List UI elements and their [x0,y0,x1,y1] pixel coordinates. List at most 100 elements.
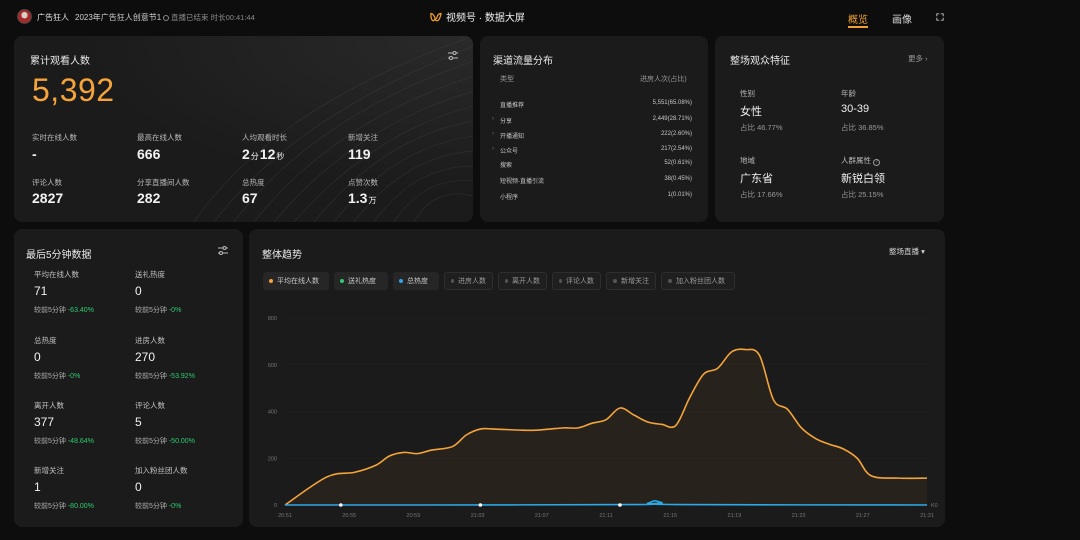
metric-value: 0 [34,350,41,364]
expand-icon[interactable]: › [492,146,494,152]
metric-change: 较前5分钟 -0% [135,305,181,315]
feature-value: 女性 [740,106,762,118]
compare-prefix: 较前5分钟 [34,438,68,445]
live-status-icon [163,14,169,21]
chart-marker [618,503,622,507]
metric-value: 666 [137,146,161,162]
expand-icon[interactable]: › [492,116,494,122]
feature-ratio: 占比 36.85% [841,123,884,132]
metric-value: 282 [137,190,161,206]
x-tick-label: 21:07 [535,513,549,519]
legend-chip[interactable]: 离开人数 [498,272,547,290]
table-row[interactable]: › 分享 2,449(28.71%) [492,116,692,128]
feature-label: 地域 [740,156,755,165]
trend-title: 整体趋势 [262,250,302,261]
change-percent: -0% [168,307,182,314]
metric-label: 送礼热度 [135,270,165,279]
legend-label: 送礼热度 [348,278,376,285]
legend-chip[interactable]: 平均在线人数 [263,272,329,290]
table-row: 短视频-直播引流 38(0.45%) [500,176,692,188]
row-value: 1(0.01%) [667,192,692,198]
metric-label: 评论人数 [135,401,165,410]
fullscreen-icon[interactable] [936,13,944,21]
legend-dot-icon [451,279,454,283]
metric-label: 点赞次数 [348,178,378,187]
metric-change: 较前5分钟 -0% [135,501,181,511]
more-link[interactable]: 更多 › [908,53,928,64]
settings-sliders-icon[interactable] [448,51,458,60]
expand-icon[interactable]: › [492,131,494,137]
legend-label: 总热度 [407,278,428,285]
metric-label: 人均观看时长 [242,133,287,142]
column-header-visits: 进房人次(占比) [640,76,687,83]
table-row[interactable]: › 公众号 217(2.54%) [492,146,692,158]
seconds-value: 12 [259,146,276,162]
legend-dot-icon [399,279,403,283]
live-status: 直播已结束 时长00:41:44 [163,12,255,23]
metric-value: 377 [34,415,55,429]
row-value: 38(0.45%) [664,176,692,182]
feature-label: 人群属性 ? [841,155,881,166]
legend-dot-icon [559,279,562,283]
row-value: 217(2.54%) [660,146,692,152]
compare-prefix: 较前5分钟 [34,503,68,510]
trend-chart: 0 200 400 600 800 K0 20:51 20:55 20:59 21:03 21:07… [268,316,938,519]
x-tick-label: 21:31 [920,513,934,519]
x-tick-label: 21:03 [471,513,485,519]
legend-chip[interactable]: 总热度 [393,272,439,290]
chart-marker [478,503,483,507]
minutes-value: 2 [242,146,250,162]
metric-label: 加入粉丝团人数 [135,466,188,475]
metric-change: 较前5分钟 -63.40% [34,305,94,315]
compare-prefix: 较前5分钟 [34,307,68,314]
metric-label: 新增关注 [348,133,378,142]
tab-overview[interactable]: 概览 [848,11,868,26]
seconds-unit: 秒 [276,152,285,161]
metric-value: 0 [135,480,142,494]
metric-label: 实时在线人数 [32,133,77,142]
metric-label: 总热度 [242,178,265,187]
legend-label: 平均在线人数 [277,278,319,285]
metric-label: 新增关注 [34,466,64,475]
settings-sliders-icon[interactable] [218,246,228,255]
legend-chip[interactable]: 进房人数 [444,272,493,290]
legend-dot-icon [340,279,344,283]
row-value: 2,449(28.71%) [652,116,692,122]
change-percent: -80.00% [67,503,94,510]
account-avatar[interactable] [17,9,32,24]
y-tick-label: 0 [274,503,277,509]
info-icon[interactable]: ? [873,159,881,166]
legend-dot-icon [613,279,617,283]
minutes-unit: 分 [250,152,259,161]
row-name: 搜索 [500,163,513,169]
feature-ratio: 占比 46.77% [740,123,783,132]
legend-chip[interactable]: 送礼热度 [334,272,388,290]
overview-title: 累计观看人数 [30,56,90,67]
tab-active-indicator [848,26,868,28]
change-percent: -0% [67,373,81,380]
metric-label: 平均在线人数 [34,270,79,279]
legend-chip[interactable]: 评论人数 [552,272,601,290]
metric-value: 5 [135,415,142,429]
series-area [285,349,927,505]
metric-value: 71 [34,284,48,298]
legend-label: 离开人数 [512,278,540,285]
table-row: 小程序 1(0.01%) [500,192,692,204]
feature-value: 广东省 [740,173,773,185]
compare-prefix: 较前5分钟 [135,307,169,314]
audience-title: 整场观众特征 [730,56,790,67]
decorative-lines [193,36,473,222]
metric-label: 进房人数 [135,336,165,345]
legend-chip[interactable]: 加入粉丝团人数 [661,272,735,290]
legend-chip[interactable]: 新增关注 [606,272,656,290]
x-tick-label: 21:15 [663,513,677,519]
metric-change: 较前5分钟 -53.92% [135,371,195,381]
change-percent: -53.92% [168,373,195,380]
change-percent: -0% [168,503,182,510]
feature-ratio: 占比 25.15% [841,190,884,199]
scope-dropdown[interactable]: 整场直播 ▾ [889,246,925,257]
tab-portrait[interactable]: 画像 [892,11,912,26]
table-row[interactable]: › 开播通知 222(2.60%) [492,131,692,143]
likes-number: 1.3 [348,190,368,206]
legend-dot-icon [269,279,273,283]
